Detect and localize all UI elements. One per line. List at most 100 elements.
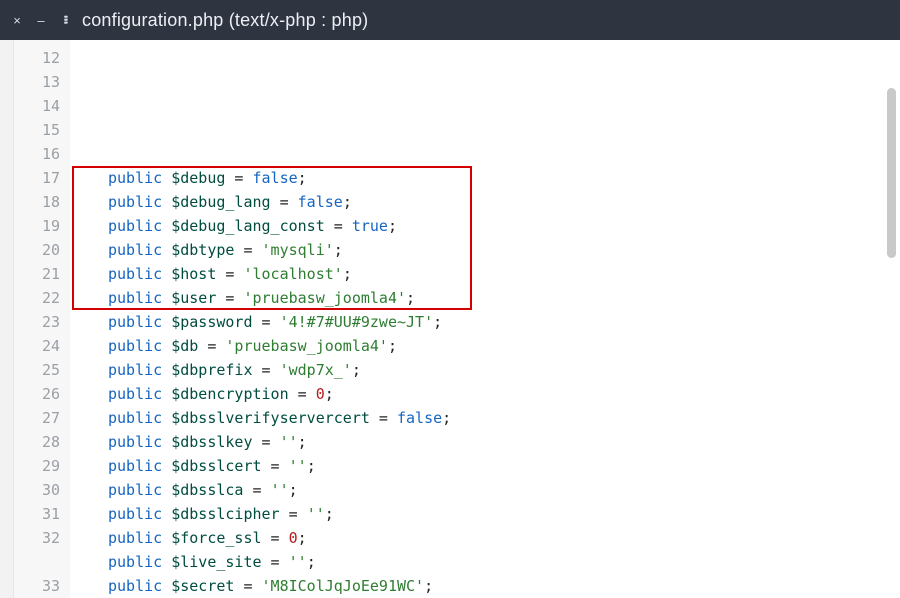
token-op: = (262, 550, 289, 574)
token-op (162, 406, 171, 430)
code-line[interactable]: public $dbsslkey = ''; (80, 430, 900, 454)
token-op: ; (352, 358, 361, 382)
token-op: ; (442, 406, 451, 430)
fold-margin[interactable] (0, 40, 14, 598)
code-line[interactable]: public $secret = 'M8IColJqJoEe91WC'; (80, 574, 900, 598)
code-line[interactable]: public $debug_lang_const = true; (80, 214, 900, 238)
code-line[interactable]: public $dbtype = 'mysqli'; (80, 238, 900, 262)
token-op (162, 526, 171, 550)
code-content[interactable]: public $debug = false;public $debug_lang… (70, 40, 900, 598)
token-kw: public (108, 166, 162, 190)
editor-window: × – ፧፧ configuration.php (text/x-php : p… (0, 0, 900, 598)
token-op (162, 574, 171, 598)
token-op: = (325, 214, 352, 238)
token-op (162, 478, 171, 502)
token-str: '4!#7#UU#9zwe~JT' (280, 310, 434, 334)
token-kw: public (108, 334, 162, 358)
token-var: $debug_lang (171, 190, 270, 214)
token-kw: false (397, 406, 442, 430)
token-op: ; (325, 382, 334, 406)
token-kw: public (108, 238, 162, 262)
token-op: = (198, 334, 225, 358)
token-kw: public (108, 526, 162, 550)
token-op: = (289, 382, 316, 406)
window-title: configuration.php (text/x-php : php) (82, 10, 368, 31)
token-kw: true (352, 214, 388, 238)
token-op (162, 214, 171, 238)
token-kw: public (108, 502, 162, 526)
code-line[interactable]: public $dbprefix = 'wdp7x_'; (80, 358, 900, 382)
line-number: 29 (14, 454, 70, 478)
line-number: 16 (14, 142, 70, 166)
code-line[interactable]: public $dbsslcipher = ''; (80, 502, 900, 526)
token-str: 'mysqli' (262, 238, 334, 262)
token-op: ; (334, 238, 343, 262)
code-line[interactable]: public $force_ssl = 0; (80, 526, 900, 550)
token-var: $dbsslca (171, 478, 243, 502)
token-str: '' (280, 430, 298, 454)
minimize-icon[interactable]: – (34, 13, 48, 27)
token-op: = (234, 238, 261, 262)
token-var: $force_ssl (171, 526, 261, 550)
token-str: '' (271, 478, 289, 502)
token-op (162, 310, 171, 334)
token-var: $dbsslverifyservercert (171, 406, 370, 430)
code-line[interactable]: public $host = 'localhost'; (80, 262, 900, 286)
token-var: $dbprefix (171, 358, 252, 382)
code-line[interactable]: public $user = 'pruebasw_joomla4'; (80, 286, 900, 310)
token-kw: public (108, 454, 162, 478)
token-op: ; (343, 262, 352, 286)
editor-area[interactable]: 1213141516171819202122232425262728293031… (0, 40, 900, 598)
token-op: ; (424, 574, 433, 598)
code-line[interactable]: public $db = 'pruebasw_joomla4'; (80, 334, 900, 358)
code-line[interactable]: public $debug_lang = false; (80, 190, 900, 214)
code-line[interactable]: public $password = '4!#7#UU#9zwe~JT'; (80, 310, 900, 334)
code-line[interactable]: public $dbsslcert = ''; (80, 454, 900, 478)
token-op: ; (298, 166, 307, 190)
token-str: '' (307, 502, 325, 526)
line-number: 22 (14, 286, 70, 310)
token-var: $live_site (171, 550, 261, 574)
code-line[interactable]: public $dbsslca = ''; (80, 478, 900, 502)
token-op (162, 286, 171, 310)
token-var: $dbsslcert (171, 454, 261, 478)
token-op: = (253, 310, 280, 334)
token-op (162, 190, 171, 214)
token-op: = (216, 286, 243, 310)
token-op: ; (343, 190, 352, 214)
token-op (162, 238, 171, 262)
token-op: ; (325, 502, 334, 526)
token-kw: public (108, 214, 162, 238)
token-op: = (370, 406, 397, 430)
token-op (162, 382, 171, 406)
code-line[interactable]: public $live_site = ''; (80, 550, 900, 574)
line-number: 25 (14, 358, 70, 382)
close-icon[interactable]: × (10, 13, 24, 27)
code-line[interactable]: public $debug = false; (80, 166, 900, 190)
token-op: ; (388, 334, 397, 358)
token-str: 'pruebasw_joomla4' (243, 286, 406, 310)
code-line[interactable]: public $dbencryption = 0; (80, 382, 900, 406)
line-number: 23 (14, 310, 70, 334)
token-str: '' (289, 454, 307, 478)
token-op (162, 334, 171, 358)
token-op (162, 502, 171, 526)
code-line[interactable]: public $dbsslverifyservercert = false; (80, 406, 900, 430)
token-kw: public (108, 286, 162, 310)
token-op: = (262, 526, 289, 550)
token-var: $dbsslcipher (171, 502, 279, 526)
token-op: ; (307, 550, 316, 574)
scrollbar-thumb[interactable] (887, 88, 896, 258)
token-op: = (271, 190, 298, 214)
line-number: 12 (14, 46, 70, 70)
drag-handle-icon[interactable]: ፧፧ (58, 13, 72, 27)
token-kw: public (108, 406, 162, 430)
line-number: 31 (14, 502, 70, 526)
line-number: 26 (14, 382, 70, 406)
token-kw: public (108, 478, 162, 502)
token-var: $dbencryption (171, 382, 288, 406)
token-var: $debug (171, 166, 225, 190)
line-number: 27 (14, 406, 70, 430)
token-op: = (234, 574, 261, 598)
token-kw: public (108, 574, 162, 598)
